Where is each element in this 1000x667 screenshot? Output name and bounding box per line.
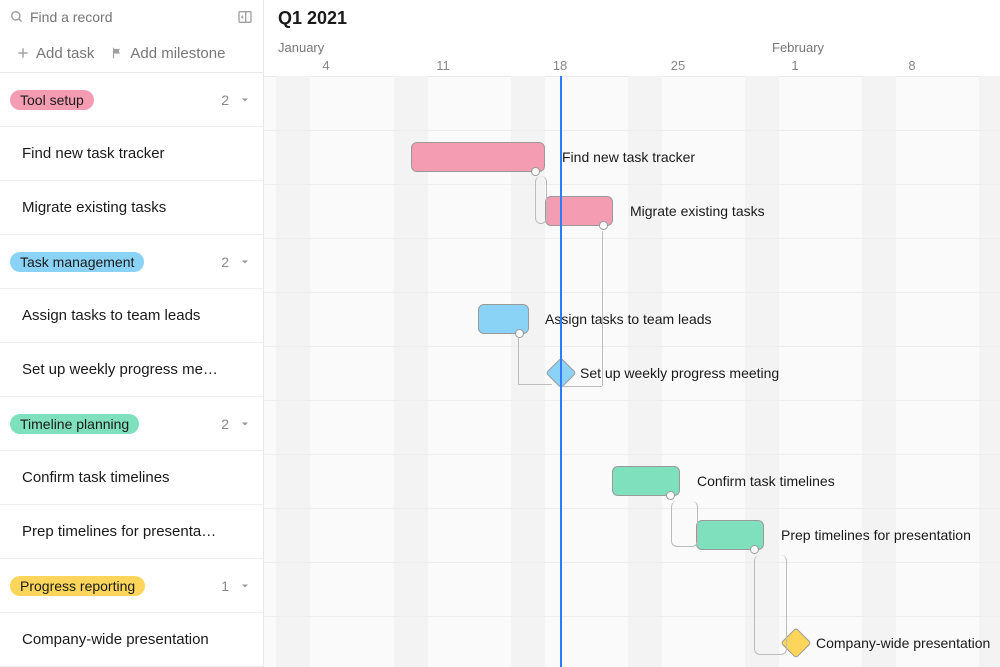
group-row[interactable]: Timeline planning 2 (0, 397, 263, 451)
grid-row-line (264, 508, 1000, 509)
group-count: 2 (221, 254, 229, 270)
dependency-connector (602, 231, 603, 386)
bar-label: Prep timelines for presentation (781, 527, 971, 543)
dependency-connector (518, 384, 552, 385)
group-pill: Timeline planning (10, 414, 139, 434)
bar-handle[interactable] (515, 329, 524, 338)
bar-label: Assign tasks to team leads (545, 311, 712, 327)
group-pill: Task management (10, 252, 144, 272)
dependency-connector (562, 386, 602, 387)
weekend-band (276, 76, 310, 667)
grid-row-line (264, 130, 1000, 131)
task-name: Assign tasks to team leads (22, 307, 200, 324)
task-row[interactable]: Prep timelines for presenta… (0, 505, 263, 559)
add-task-button[interactable]: Add task (10, 41, 100, 66)
task-row[interactable]: Assign tasks to team leads (0, 289, 263, 343)
date-label: 25 (671, 58, 685, 73)
bar-label: Find new task tracker (562, 149, 695, 165)
date-label: 18 (553, 58, 567, 73)
group-pill: Tool setup (10, 90, 94, 110)
dependency-connector (518, 338, 519, 384)
group-count: 2 (221, 92, 229, 108)
task-row[interactable]: Migrate existing tasks (0, 181, 263, 235)
dependency-connector (535, 176, 547, 224)
date-label: 11 (436, 58, 450, 73)
chevron-down-icon[interactable] (239, 256, 251, 268)
search-icon (10, 10, 24, 24)
bar-label: Set up weekly progress meeting (580, 365, 779, 381)
add-milestone-button[interactable]: Add milestone (104, 41, 231, 66)
task-name: Prep timelines for presenta… (22, 523, 216, 540)
chevron-down-icon[interactable] (239, 580, 251, 592)
month-label: January (278, 40, 324, 55)
group-row[interactable]: Tool setup 2 (0, 73, 263, 127)
bar-handle[interactable] (750, 545, 759, 554)
weekend-band (979, 76, 1000, 667)
task-row[interactable]: Find new task tracker (0, 127, 263, 181)
sidebar: Add task Add milestone Tool setup 2 Find… (0, 0, 264, 667)
chevron-down-icon[interactable] (239, 94, 251, 106)
timeline-bar[interactable] (612, 466, 680, 496)
search-input[interactable] (30, 9, 237, 25)
task-row[interactable]: Company-wide presentation (0, 613, 263, 667)
timeline-bar[interactable] (411, 142, 545, 172)
flag-icon (110, 46, 124, 60)
timeline-bar[interactable] (696, 520, 764, 550)
timeline: Q1 2021 JanuaryFebruary 411182518 Find n… (264, 0, 1000, 667)
group-count: 1 (221, 578, 229, 594)
group-row[interactable]: Task management 2 (0, 235, 263, 289)
weekend-band (862, 76, 896, 667)
date-label: 8 (908, 58, 915, 73)
task-row[interactable]: Set up weekly progress me… (0, 343, 263, 397)
task-name: Confirm task timelines (22, 469, 170, 486)
date-label: 1 (791, 58, 798, 73)
task-name: Company-wide presentation (22, 631, 209, 648)
task-name: Migrate existing tasks (22, 199, 166, 216)
collapse-sidebar-icon[interactable] (237, 9, 253, 25)
grid-row-line (264, 454, 1000, 455)
grid-row-line (264, 184, 1000, 185)
bar-label: Company-wide presentation (816, 635, 990, 651)
grid-row-line (264, 346, 1000, 347)
dependency-connector (671, 501, 698, 547)
task-row[interactable]: Confirm task timelines (0, 451, 263, 505)
grid-row-line (264, 400, 1000, 401)
chevron-down-icon[interactable] (239, 418, 251, 430)
grid-row-line (264, 292, 1000, 293)
group-count: 2 (221, 416, 229, 432)
task-name: Set up weekly progress me… (22, 361, 218, 378)
bar-handle[interactable] (666, 491, 675, 500)
bar-label: Migrate existing tasks (630, 203, 765, 219)
month-label: February (772, 40, 824, 55)
bar-handle[interactable] (531, 167, 540, 176)
plus-icon (16, 46, 30, 60)
grid-row-line (264, 562, 1000, 563)
today-line (560, 76, 562, 667)
grid-row-line (264, 238, 1000, 239)
timeline-title: Q1 2021 (278, 8, 347, 29)
group-pill: Progress reporting (10, 576, 145, 596)
task-name: Find new task tracker (22, 145, 165, 162)
group-row[interactable]: Progress reporting 1 (0, 559, 263, 613)
bar-handle[interactable] (599, 221, 608, 230)
timeline-bar[interactable] (545, 196, 613, 226)
timeline-bar[interactable] (478, 304, 529, 334)
grid-row-line (264, 616, 1000, 617)
bar-label: Confirm task timelines (697, 473, 835, 489)
dependency-connector (754, 555, 787, 655)
date-label: 4 (322, 58, 329, 73)
